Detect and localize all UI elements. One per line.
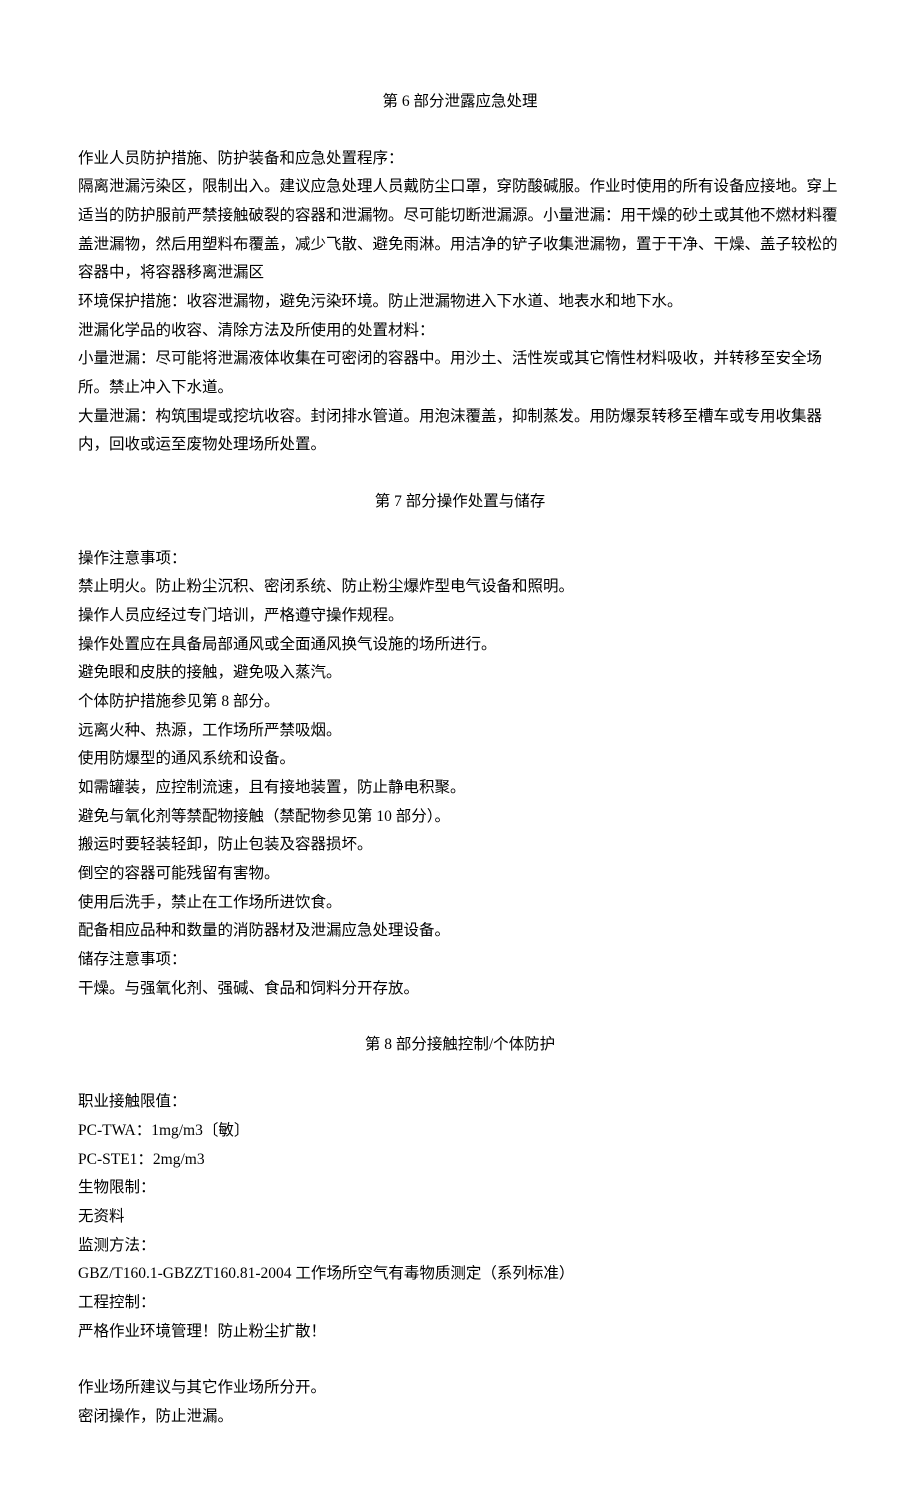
s7-p12: 倒空的容器可能残留有害物。 [78, 860, 842, 889]
s8-p7: GBZ/T160.1-GBZZT160.81-2004 工作场所空气有毒物质测定… [78, 1260, 842, 1289]
s6-p2: 隔离泄漏污染区，限制出入。建议应急处理人员戴防尘口罩，穿防酸碱服。作业时使用的所… [78, 173, 842, 288]
s7-p5: 避免眼和皮肤的接触，避免吸入蒸汽。 [78, 659, 842, 688]
s7-p9: 如需罐装，应控制流速，且有接地装置，防止静电积聚。 [78, 774, 842, 803]
s6-p3: 环境保护措施：收容泄漏物，避免污染环境。防止泄漏物进入下水道、地表水和地下水。 [78, 288, 842, 317]
s7-p11: 搬运时要轻装轻卸，防止包装及容器损坏。 [78, 831, 842, 860]
s8-p2: PC-TWA：1mg/m3〔敏〕 [78, 1117, 842, 1146]
s8-p10: 作业场所建议与其它作业场所分开。 [78, 1374, 842, 1403]
s7-p15: 储存注意事项： [78, 946, 842, 975]
s8-p8: 工程控制： [78, 1289, 842, 1318]
s8-p9: 严格作业环境管理！防止粉尘扩散！ [78, 1318, 842, 1347]
s6-p1: 作业人员防护措施、防护装备和应急处置程序： [78, 145, 842, 174]
s8-p5: 无资料 [78, 1203, 842, 1232]
s7-p2: 禁止明火。防止粉尘沉积、密闭系统、防止粉尘爆炸型电气设备和照明。 [78, 573, 842, 602]
section-7-title: 第 7 部分操作处置与储存 [78, 488, 842, 517]
s7-p4: 操作处置应在具备局部通风或全面通风换气设施的场所进行。 [78, 631, 842, 660]
s8-p3: PC-STE1：2mg/m3 [78, 1146, 842, 1175]
s7-p13: 使用后洗手，禁止在工作场所进饮食。 [78, 889, 842, 918]
s7-p16: 干燥。与强氧化剂、强碱、食品和饲料分开存放。 [78, 975, 842, 1004]
s7-p14: 配备相应品种和数量的消防器材及泄漏应急处理设备。 [78, 917, 842, 946]
section-8-title: 第 8 部分接触控制/个体防护 [78, 1031, 842, 1060]
s8-p6: 监测方法： [78, 1232, 842, 1261]
s8-p11: 密闭操作，防止泄漏。 [78, 1403, 842, 1432]
s6-p6: 大量泄漏：构筑围堤或挖坑收容。封闭排水管道。用泡沫覆盖，抑制蒸发。用防爆泵转移至… [78, 403, 842, 460]
s7-p7: 远离火种、热源，工作场所严禁吸烟。 [78, 717, 842, 746]
section-6-title: 第 6 部分泄露应急处理 [78, 88, 842, 117]
s7-p3: 操作人员应经过专门培训，严格遵守操作规程。 [78, 602, 842, 631]
s7-p6: 个体防护措施参见第 8 部分。 [78, 688, 842, 717]
s7-p8: 使用防爆型的通风系统和设备。 [78, 745, 842, 774]
s7-p10: 避免与氧化剂等禁配物接触（禁配物参见第 10 部分）。 [78, 803, 842, 832]
s8-p4: 生物限制： [78, 1174, 842, 1203]
s8-p1: 职业接触限值： [78, 1088, 842, 1117]
s7-p1: 操作注意事项： [78, 545, 842, 574]
s6-p4: 泄漏化学品的收容、清除方法及所使用的处置材料： [78, 317, 842, 346]
s6-p5: 小量泄漏：尽可能将泄漏液体收集在可密闭的容器中。用沙土、活性炭或其它惰性材料吸收… [78, 345, 842, 402]
